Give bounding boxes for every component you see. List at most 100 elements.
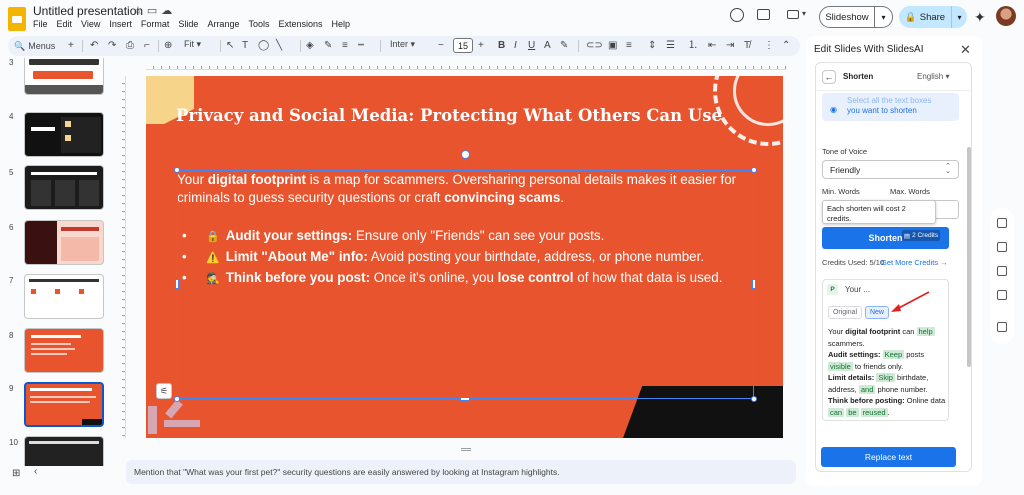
line-icon[interactable]: ╲ [276,39,282,53]
close-icon[interactable]: ✕ [960,42,971,58]
tone-select[interactable]: Friendly ⌃ ⌄ [822,160,959,179]
slide-thumbnail[interactable] [24,112,104,157]
resize-handle[interactable] [751,396,757,402]
select-icon[interactable]: ↖ [226,39,234,53]
vertical-ruler[interactable] [118,76,126,438]
horizontal-ruler[interactable] [146,62,786,70]
menu-view[interactable]: View [81,19,100,29]
menu-arrange[interactable]: Arrange [207,19,239,29]
resize-handle[interactable] [175,279,179,289]
addon-icon[interactable] [997,322,1007,332]
history-icon[interactable] [730,8,744,22]
slides-logo[interactable] [8,7,26,31]
slide-title[interactable]: Privacy and Social Media: Protecting Wha… [176,106,722,125]
menu-insert[interactable]: Insert [109,19,132,29]
document-title[interactable]: Untitled presentation [33,4,143,18]
redo-icon[interactable]: ↷ [108,39,116,53]
border-dash-icon[interactable]: ┅ [358,39,364,53]
font-size-input[interactable]: 15 [453,38,473,53]
slide-thumbnail[interactable] [24,274,104,319]
resize-handle[interactable] [752,279,756,289]
collapse-filmstrip-icon[interactable]: ‹ [34,466,37,477]
slide-thumbnail[interactable] [24,220,104,265]
font-select[interactable]: Inter ▾ [390,39,415,50]
slide-thumbnail[interactable] [24,58,104,95]
border-weight-icon[interactable]: ≡ [342,39,348,53]
back-arrow-icon[interactable]: ← [822,70,836,84]
keep-icon[interactable] [997,242,1007,252]
slideshow-button[interactable]: Slideshow [819,6,875,28]
tab-new[interactable]: New [865,306,889,319]
slide-thumbnail[interactable] [24,436,104,466]
panel-scrollbar[interactable] [967,147,971,367]
tasks-icon[interactable] [997,266,1007,276]
bulleted-list-icon[interactable]: ☰ [666,39,675,53]
zoom-icon[interactable]: ⊕ [164,39,172,53]
move-icon[interactable]: ▭ [147,5,161,17]
menu-search[interactable]: 🔍 Menus [14,39,55,53]
border-color-icon[interactable]: ✎ [324,39,332,53]
link-icon[interactable]: ⊂⊃ [586,39,603,53]
tab-original[interactable]: Original [828,306,862,319]
resize-handle[interactable] [460,397,470,401]
grid-view-icon[interactable]: ⊞ [12,468,20,479]
slide-thumbnail[interactable] [24,328,104,373]
text-box-selection[interactable] [177,170,754,399]
font-size-decrease[interactable]: − [438,39,444,53]
speaker-notes[interactable]: Mention that "What was your first pet?" … [126,460,796,484]
comment-icon[interactable] [757,9,770,20]
gemini-icon[interactable]: ✦ [974,9,986,26]
shape-icon[interactable]: ◯ [258,39,269,53]
share-options-button[interactable]: ▾ [951,6,967,28]
shortened-text[interactable]: Your digital footprint can help scammers… [828,326,946,418]
resize-handle[interactable] [174,167,180,173]
folder-icon[interactable] [997,290,1007,300]
star-icon[interactable]: ☆ [133,5,147,17]
collapse-toolbar-icon[interactable]: ⌃ [782,39,790,53]
print-icon[interactable]: ⎙ [126,39,134,53]
indent-decrease-icon[interactable]: ⇤ [708,39,716,53]
zoom-select[interactable]: Fit ▾ [184,39,201,50]
line-spacing-icon[interactable]: ⇕ [648,39,656,53]
new-slide-icon[interactable]: + [68,39,74,53]
undo-icon[interactable]: ↶ [90,39,98,53]
fill-color-icon[interactable]: ◈ [306,39,314,53]
avatar[interactable] [996,6,1016,26]
italic-icon[interactable]: I [514,39,517,53]
comment-add-icon[interactable]: ▣ [608,39,617,53]
menu-help[interactable]: Help [332,19,351,29]
align-icon[interactable]: ≡ [626,39,632,53]
slide-thumbnail-selected[interactable] [24,382,104,427]
get-more-credits-link[interactable]: Get More Credits → [881,258,948,267]
slideshow-options-button[interactable]: ▾ [875,6,893,28]
paint-format-icon[interactable]: ⌐ [144,39,150,53]
numbered-list-icon[interactable]: ⒈ [688,39,698,53]
underline-icon[interactable]: U [528,39,535,53]
font-size-increase[interactable]: + [478,39,484,53]
menu-extensions[interactable]: Extensions [278,19,322,29]
menu-file[interactable]: File [33,19,48,29]
language-select[interactable]: English ▾ [917,72,950,81]
replace-text-button[interactable]: Replace text [821,447,956,467]
slide-thumbnail[interactable] [24,165,104,210]
cloud-icon[interactable]: ☁ [161,5,176,17]
highlight-icon[interactable]: ✎ [560,39,568,53]
share-button[interactable]: 🔒 Share [899,6,951,28]
calendar-icon[interactable] [997,218,1007,228]
text-color-icon[interactable]: A [544,39,551,53]
rotate-handle[interactable] [461,150,470,159]
chevron-down-icon[interactable]: ▾ [802,9,806,18]
indent-increase-icon[interactable]: ⇥ [726,39,734,53]
resize-handle[interactable] [751,167,757,173]
camera-icon[interactable] [787,10,799,19]
notes-resize-handle[interactable] [461,448,471,451]
resize-handle[interactable] [174,396,180,402]
more-options-icon[interactable]: ⋮ [764,39,774,53]
text-box-icon[interactable]: T [242,39,248,53]
menu-format[interactable]: Format [141,19,170,29]
menu-slide[interactable]: Slide [178,19,198,29]
clear-format-icon[interactable]: T̸ [744,39,750,53]
magic-edit-icon[interactable]: ⚟ [156,383,172,399]
menu-tools[interactable]: Tools [248,19,269,29]
bold-icon[interactable]: B [498,39,505,53]
